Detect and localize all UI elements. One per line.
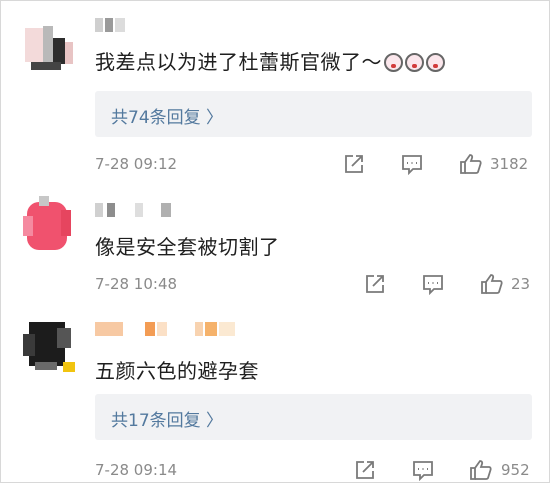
laughing-emoji-icon xyxy=(405,53,424,72)
comment-meta: 7-28 09:12 3182 xyxy=(95,153,535,177)
comment-text: 像是安全套被切割了 xyxy=(95,231,280,260)
comment-text: 我差点以为进了杜蕾斯官微了～ xyxy=(95,46,445,75)
timestamp: 7-28 09:14 xyxy=(95,461,178,479)
comment-text-content: 我差点以为进了杜蕾斯官微了～ xyxy=(95,50,382,74)
like-count: 952 xyxy=(501,461,530,479)
comment-text: 五颜六色的避孕套 xyxy=(95,355,259,384)
replies-box[interactable]: 共74条回复 〉 xyxy=(95,91,532,137)
share-icon[interactable] xyxy=(354,459,376,481)
timestamp: 7-28 09:12 xyxy=(95,155,178,173)
share-icon[interactable] xyxy=(343,153,365,175)
timestamp: 7-28 10:48 xyxy=(95,275,178,293)
like-icon[interactable] xyxy=(469,459,492,481)
comment-icon[interactable] xyxy=(422,273,444,295)
share-icon[interactable] xyxy=(364,273,386,295)
view-replies-link[interactable]: 共74条回复 〉 xyxy=(111,103,223,128)
comment-meta: 7-28 09:14 952 xyxy=(95,459,535,483)
like-count: 3182 xyxy=(490,155,529,173)
laughing-emoji-icon xyxy=(384,53,403,72)
comment-icon[interactable] xyxy=(401,153,423,175)
view-replies-link[interactable]: 共17条回复 〉 xyxy=(111,406,223,431)
avatar[interactable] xyxy=(17,196,77,256)
comment-text-content: 五颜六色的避孕套 xyxy=(95,359,259,383)
comment-text-content: 像是安全套被切割了 xyxy=(95,235,280,259)
comment-icon[interactable] xyxy=(412,459,434,481)
like-count: 23 xyxy=(511,275,531,293)
like-icon[interactable] xyxy=(480,273,503,295)
comment-meta: 7-28 10:48 23 xyxy=(95,273,535,297)
laughing-emoji-icon xyxy=(426,53,445,72)
avatar[interactable] xyxy=(17,18,77,78)
avatar[interactable] xyxy=(17,318,77,378)
like-icon[interactable] xyxy=(459,153,482,175)
replies-box[interactable]: 共17条回复 〉 xyxy=(95,394,532,440)
